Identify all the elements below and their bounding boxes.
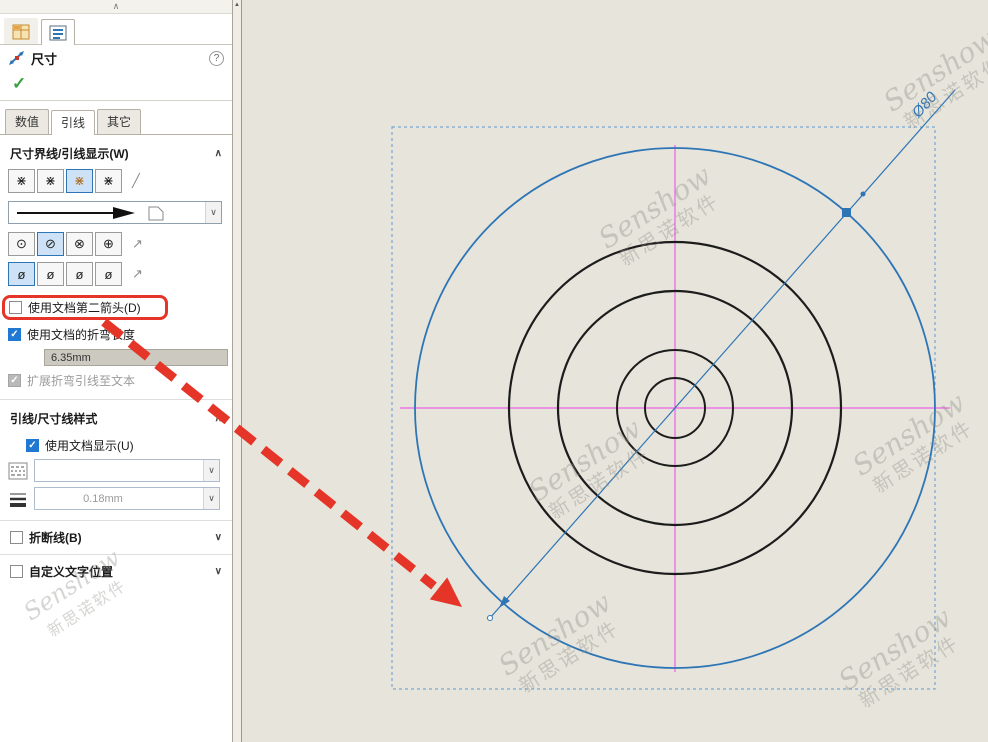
combo-chevron-icon: ∨ [203,488,219,509]
combo-chevron-icon[interactable]: ∨ [205,202,221,223]
tab-feature-manager[interactable] [4,18,38,44]
diameter-option-1-button[interactable]: ø [8,262,35,286]
grid-icon [12,24,30,40]
bend-length-row: 使用文档的折弯长度 [0,320,232,343]
chevron-down-icon: ∨ [215,566,222,577]
dimension-leader-line[interactable] [490,90,955,618]
app-window: ∧ [0,0,988,742]
diameter-option-4-button[interactable]: ø [95,262,122,286]
bend-length-input[interactable]: 6.35mm [44,349,228,366]
diameter-display-row: ø ø ø ø ↗ [0,259,232,289]
line-style-icon [8,462,28,480]
second-arrow-label: 使用文档第二箭头(D) [28,299,141,316]
dimension-endpoint-dot[interactable] [488,616,493,621]
panel-title-row: 尺寸 ? [0,45,232,71]
line-thickness-value: 0.18mm [75,493,123,505]
confirm-row: ✓ [0,71,232,101]
witness-option-2-button[interactable]: ⋇ [37,169,64,193]
second-arrow-highlight: 使用文档第二箭头(D) [2,295,168,320]
arrow-placement-option-1-button[interactable]: ⊙ [8,232,35,256]
bend-length-checkbox[interactable] [8,328,21,341]
witness-group-title: 尺寸界线/引线显示(W) [10,145,129,162]
property-manager-tab-bar [0,14,232,45]
property-manager-panel: ∧ [0,0,233,742]
leader-line-icon: ╱ [132,173,140,189]
watermark: Senshow 新思诺软件 [593,159,730,274]
extend-bent-label: 扩展折弯引线至文本 [27,372,135,389]
tab-property-manager[interactable] [41,19,75,45]
use-doc-display-label: 使用文档显示(U) [45,437,134,454]
use-doc-display-row: 使用文档显示(U) [0,431,232,454]
extend-bent-checkbox [8,374,21,387]
break-line-checkbox[interactable] [10,531,23,544]
panel-collapse-bar[interactable]: ∧ [0,0,232,14]
panel-scrollbar[interactable]: ▲ [233,0,242,742]
dimension-tab-bar: 数值 引线 其它 [0,101,232,135]
page-title: 尺寸 [31,49,57,68]
help-icon[interactable]: ? [209,51,224,66]
line-style-combobox: ∨ [34,459,220,482]
bend-length-value: 6.35mm [51,352,91,364]
witness-option-3-button[interactable]: ⋇ [66,169,93,193]
dimension-handle-dot[interactable] [861,192,866,197]
chevron-up-icon: ∧ [215,148,222,159]
watermark: Senshow 新思诺软件 [493,586,630,701]
break-line-label: 折断线(B) [29,529,82,546]
witness-display-row: ⋇ ⋇ ⋇ ⋇ ╱ [0,166,232,196]
chevron-up-icon: ∧ [215,413,222,424]
line-thickness-icon [8,490,28,508]
custom-text-position-label: 自定义文字位置 [29,563,113,580]
extend-bent-row: 扩展折弯引线至文本 [0,366,232,389]
scroll-up-icon[interactable]: ▲ [234,2,240,8]
diameter-option-2-button[interactable]: ø [37,262,64,286]
drawing-canvas[interactable]: Ø80 Senshow 新思诺软件 Senshow 新思诺软件 Senshow … [242,0,988,742]
watermark: Senshow 新思诺软件 [847,386,984,501]
break-line-group-row[interactable]: 折断线(B) ∨ [0,521,232,554]
leader-style-group-title: 引线/尺寸线样式 [10,410,97,427]
custom-text-position-row[interactable]: 自定义文字位置 ∨ [0,555,232,588]
witness-group-header[interactable]: 尺寸界线/引线显示(W) ∧ [0,135,232,166]
collapse-up-icon: ∧ [113,1,120,11]
custom-text-position-checkbox[interactable] [10,565,23,578]
witness-option-1-button[interactable]: ⋇ [8,169,35,193]
panel-content: 尺寸界线/引线显示(W) ∧ ⋇ ⋇ ⋇ ⋇ ╱ ∨ ⊙ ⊘ [0,135,232,742]
arrow-placement-option-3-button[interactable]: ⊗ [66,232,93,256]
arrow-placement-row: ⊙ ⊘ ⊗ ⊕ ↗ [0,229,232,259]
chevron-down-icon: ∨ [215,532,222,543]
diameter-option-3-button[interactable]: ø [66,262,93,286]
bend-length-label: 使用文档的折弯长度 [27,326,135,343]
diameter-flat-icon: ↗ [132,266,143,282]
witness-option-4-button[interactable]: ⋇ [95,169,122,193]
dimension-handle-square[interactable] [842,208,851,217]
use-doc-display-checkbox[interactable] [26,439,39,452]
custom-arrow-icon: ↗ [132,236,143,252]
watermark: Senshow 新思诺软件 [833,601,970,716]
watermark: Senshow 新思诺软件 [878,22,988,137]
line-thickness-row: 0.18mm ∨ [0,482,232,510]
tab-other[interactable]: 其它 [97,109,141,134]
document-icon [149,207,163,220]
arrow-style-combobox[interactable]: ∨ [8,201,222,224]
combo-chevron-icon: ∨ [203,460,219,481]
ok-button[interactable]: ✓ [12,74,26,93]
drawing-view: Ø80 Senshow 新思诺软件 Senshow 新思诺软件 Senshow … [242,0,988,742]
line-style-row: ∨ [0,454,232,482]
arrow-placement-option-2-button[interactable]: ⊘ [37,232,64,256]
arrow-placement-option-4-button[interactable]: ⊕ [95,232,122,256]
line-thickness-combobox: 0.18mm ∨ [34,487,220,510]
tab-value[interactable]: 数值 [5,109,49,134]
second-arrow-checkbox[interactable] [9,301,22,314]
list-icon [49,25,67,41]
dimension-icon [8,50,25,66]
arrow-style-icon [9,205,179,221]
tab-leaders[interactable]: 引线 [51,110,95,135]
leader-style-group-header[interactable]: 引线/尺寸线样式 ∧ [0,400,232,431]
